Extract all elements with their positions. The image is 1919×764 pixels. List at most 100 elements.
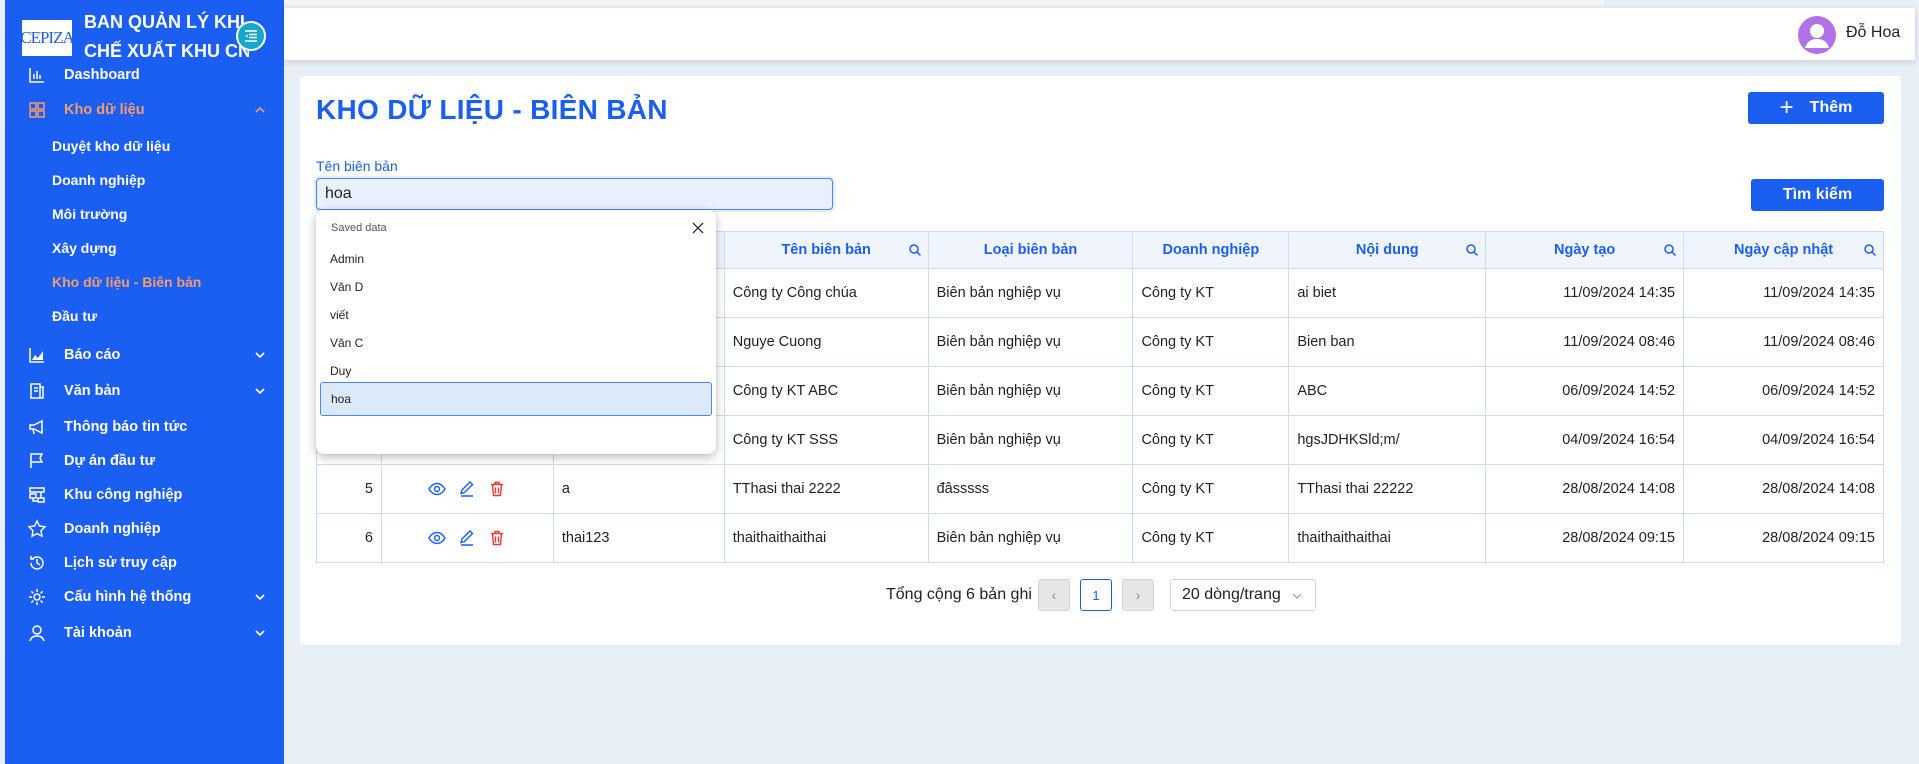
history-icon bbox=[30, 556, 44, 570]
sidebar-subitem-duyet-kho[interactable]: Duyệt kho dữ liệu bbox=[52, 133, 170, 159]
saved-data-item[interactable]: hoa bbox=[320, 382, 712, 416]
col-created-label: Ngày tạo bbox=[1554, 242, 1616, 258]
cell-updated: 28/08/2024 09:15 bbox=[1683, 513, 1884, 563]
delete-icon[interactable] bbox=[488, 480, 506, 498]
prev-page-button[interactable]: ‹ bbox=[1038, 579, 1070, 611]
plus-icon: + bbox=[1779, 94, 1794, 121]
user-avatar[interactable] bbox=[1798, 16, 1836, 54]
sidebar-item-thong-bao[interactable]: Thông báo tin tức bbox=[5, 412, 284, 442]
cell-content: hgsJDHKSld;m/ bbox=[1288, 415, 1487, 465]
sidebar-item-label: Dashboard bbox=[64, 67, 140, 83]
cell-actions bbox=[380, 464, 554, 514]
sidebar-item-van-ban[interactable]: Văn bản bbox=[5, 376, 284, 406]
cell-stt: 5 bbox=[316, 464, 382, 514]
cell-created: 28/08/2024 14:08 bbox=[1485, 464, 1685, 514]
search-input[interactable] bbox=[316, 178, 833, 210]
table-row[interactable]: 6 thai123 thaithaithaithai Biên bản nghiệp … bbox=[316, 513, 1884, 563]
cell-content: thaithaithaithai bbox=[1288, 513, 1487, 563]
user-icon bbox=[29, 625, 45, 642]
sidebar-item-label: Khu công nghiệp bbox=[64, 487, 183, 503]
field-label: Tên biên bản bbox=[316, 158, 398, 174]
sidebar-item-khu-cong-nghiep[interactable]: Khu công nghiệp bbox=[5, 480, 284, 510]
sidebar-item-dashboard[interactable]: Dashboard bbox=[5, 60, 284, 90]
sidebar-item-doanh-nghiep[interactable]: Doanh nghiệp bbox=[5, 514, 284, 544]
document-icon bbox=[30, 383, 44, 399]
sidebar-item-label: Cấu hình hệ thống bbox=[64, 589, 192, 605]
page-1-button[interactable]: 1 bbox=[1080, 579, 1112, 611]
user-name[interactable]: Đỗ Hoa bbox=[1846, 24, 1900, 42]
col-created-header: Ngày tạo bbox=[1485, 231, 1685, 269]
user-avatar-icon bbox=[1805, 24, 1829, 48]
cell-created: 04/09/2024 16:54 bbox=[1485, 415, 1685, 465]
add-button-label: Thêm bbox=[1809, 99, 1853, 116]
edit-icon[interactable] bbox=[458, 480, 476, 498]
col-company-label: Doanh nghiệp bbox=[1162, 242, 1260, 258]
cell-type: Biên bản nghiệp vụ bbox=[927, 317, 1134, 367]
sidebar-subitem-doanh-nghiep[interactable]: Doanh nghiệp bbox=[52, 167, 145, 193]
sidebar-item-label: Kho dữ liệu bbox=[64, 102, 145, 118]
col-company-header: Doanh nghiệp bbox=[1132, 231, 1290, 269]
search-icon[interactable] bbox=[908, 243, 922, 257]
cell-created: 11/09/2024 14:35 bbox=[1485, 268, 1685, 318]
saved-data-header: Saved data bbox=[331, 222, 387, 234]
sidebar-item-kho-du-lieu[interactable]: Kho dữ liệu bbox=[5, 95, 284, 125]
cell-company: Công ty KT bbox=[1132, 317, 1290, 367]
sidebar-item-lich-su[interactable]: Lịch sử truy cập bbox=[5, 548, 284, 578]
brand-logo: CEPIZA bbox=[20, 18, 75, 58]
sidebar-subitem-xay-dung[interactable]: Xây dựng bbox=[52, 235, 117, 261]
brand-title: BAN QUẢN LÝ KHU CHẾ XUẤT KHU CN bbox=[84, 8, 249, 66]
sidebar-item-label: Tài khoản bbox=[64, 625, 132, 641]
chevron-down-icon bbox=[255, 352, 265, 359]
cell-content: Bien ban bbox=[1288, 317, 1487, 367]
area-chart-icon bbox=[29, 348, 44, 363]
search-button[interactable]: Tìm kiếm bbox=[1751, 179, 1884, 211]
pagination: Tổng cộng 6 bản ghi ‹ 1 › 20 dòng/trang bbox=[300, 579, 1901, 611]
table-row[interactable]: 5 a TThasi thai 2222 đâsssss Công ty KT TThas… bbox=[316, 464, 1884, 514]
chevron-down-icon bbox=[255, 594, 265, 601]
sidebar-item-tai-khoan[interactable]: Tài khoản bbox=[5, 618, 284, 648]
sidebar-item-label: Báo cáo bbox=[64, 347, 121, 363]
brand: CEPIZA BAN QUẢN LÝ KHU CHẾ XUẤT KHU CN bbox=[5, 6, 284, 62]
chevron-down-icon bbox=[1292, 593, 1302, 599]
cell-company: Công ty KT bbox=[1132, 415, 1290, 465]
cell-name: Công ty Công chúa bbox=[723, 268, 929, 318]
sidebar-subitem-bien-ban[interactable]: Kho dữ liệu - Biên bản bbox=[52, 269, 201, 295]
edit-icon[interactable] bbox=[458, 529, 476, 547]
star-icon bbox=[27, 519, 47, 538]
total-records: Tổng cộng 6 bản ghi bbox=[886, 586, 1032, 603]
cell-type: Biên bản nghiệp vụ bbox=[927, 415, 1134, 465]
cell-company: Công ty KT bbox=[1132, 464, 1290, 514]
col-updated-header: Ngày cập nhật bbox=[1683, 231, 1884, 269]
sidebar-subitem-moi-truong[interactable]: Môi trường bbox=[52, 201, 127, 227]
cell-type: Biên bản nghiệp vụ bbox=[927, 268, 1134, 318]
sidebar-item-du-an[interactable]: Dự án đầu tư bbox=[5, 446, 284, 476]
view-icon[interactable] bbox=[428, 529, 447, 547]
cell-content: TThasi thai 22222 bbox=[1288, 464, 1487, 514]
search-icon[interactable] bbox=[1465, 243, 1479, 257]
search-icon[interactable] bbox=[1663, 243, 1677, 257]
cell-type: đâsssss bbox=[927, 464, 1134, 514]
sidebar-item-bao-cao[interactable]: Báo cáo bbox=[5, 340, 284, 370]
sidebar-item-cau-hinh[interactable]: Cấu hình hệ thống bbox=[5, 582, 284, 612]
next-page-button[interactable]: › bbox=[1122, 579, 1154, 611]
delete-icon[interactable] bbox=[488, 529, 506, 547]
top-strip bbox=[284, 0, 1604, 5]
sidebar-item-label: Lịch sử truy cập bbox=[64, 555, 177, 571]
chevron-down-icon bbox=[255, 388, 265, 395]
search-icon[interactable] bbox=[1863, 243, 1877, 257]
collapse-sidebar-button[interactable] bbox=[236, 21, 266, 51]
chevron-right-icon: › bbox=[1135, 587, 1141, 603]
page-size-select[interactable]: 20 dòng/trang bbox=[1170, 579, 1316, 611]
sidebar-item-label: Thông báo tin tức bbox=[64, 419, 188, 435]
col-name-header: Tên biên bản bbox=[723, 231, 929, 269]
cell-content: ABC bbox=[1288, 366, 1487, 416]
add-button[interactable]: + Thêm bbox=[1748, 92, 1884, 124]
sidebar-item-label: Dự án đầu tư bbox=[64, 453, 156, 469]
brand-title-line1: BAN QUẢN LÝ KHU bbox=[84, 12, 249, 32]
col-name-label: Tên biên bản bbox=[781, 242, 871, 258]
sidebar-subitem-dau-tu[interactable]: Đầu tư bbox=[52, 303, 97, 329]
grid-icon bbox=[29, 102, 45, 118]
sidebar: CEPIZA BAN QUẢN LÝ KHU CHẾ XUẤT KHU CN D… bbox=[5, 0, 284, 764]
view-icon[interactable] bbox=[428, 480, 447, 498]
close-icon[interactable] bbox=[692, 222, 704, 234]
